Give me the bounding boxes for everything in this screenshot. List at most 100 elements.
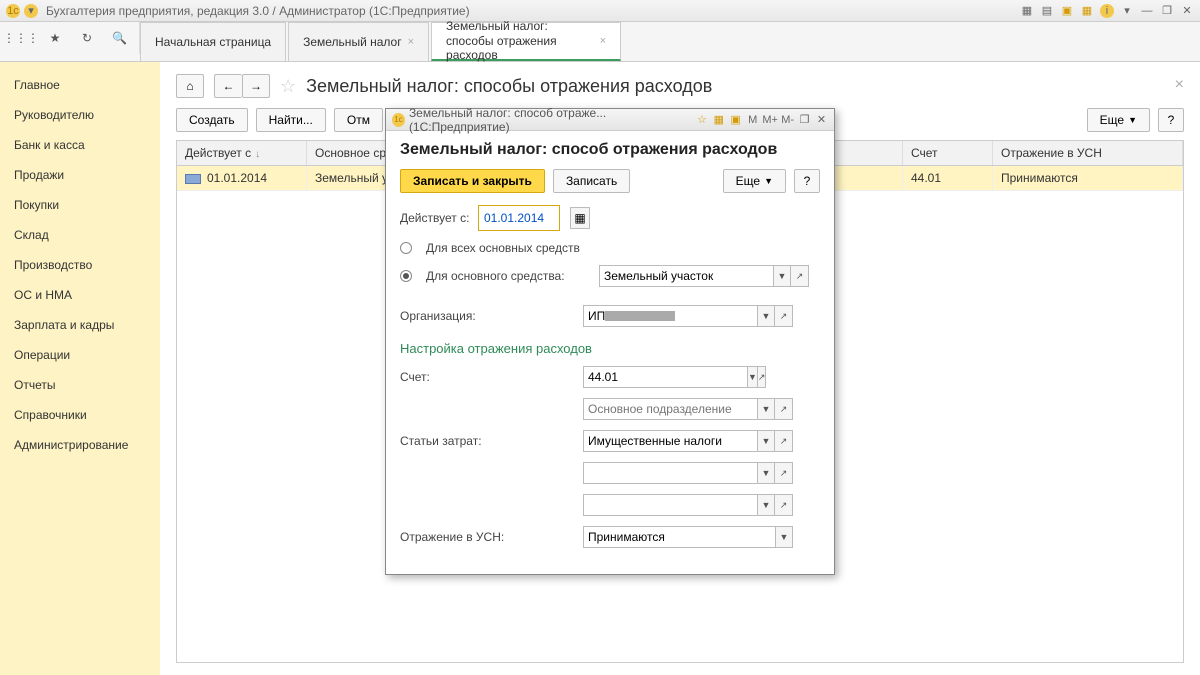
search-icon[interactable]: 🔍: [112, 29, 127, 47]
open-icon[interactable]: ↗: [775, 430, 793, 452]
tab-close-icon[interactable]: ×: [600, 35, 606, 47]
radio-one-asset-label: Для основного средства:: [426, 269, 591, 283]
m-minus-icon[interactable]: M-: [781, 113, 794, 127]
dropdown-icon[interactable]: ▼: [747, 366, 758, 388]
dlg-more-label: Еще: [736, 174, 760, 188]
sidebar-item-bank[interactable]: Банк и касса: [0, 130, 160, 160]
open-icon[interactable]: ↗: [775, 398, 793, 420]
dialog-window-title: Земельный налог: способ отраже... (1С:Пр…: [409, 106, 687, 134]
back-button[interactable]: ←: [214, 74, 242, 98]
organization-label: Организация:: [400, 309, 575, 323]
dropdown-icon[interactable]: ▼: [757, 462, 775, 484]
effective-from-label: Действует с:: [400, 211, 470, 225]
cancel-find-button[interactable]: Отм: [334, 108, 383, 132]
tab-home[interactable]: Начальная страница: [140, 22, 286, 61]
find-button[interactable]: Найти...: [256, 108, 326, 132]
sidebar-item-operations[interactable]: Операции: [0, 340, 160, 370]
titlebar-text: Бухгалтерия предприятия, редакция 3.0 / …: [46, 4, 470, 18]
save-close-button[interactable]: Записать и закрыть: [400, 169, 545, 193]
dialog-land-tax-expense: 1c Земельный налог: способ отраже... (1С…: [385, 108, 835, 575]
dlg-more-button[interactable]: Еще ▼: [723, 169, 786, 193]
effective-from-input[interactable]: [480, 207, 558, 229]
usn-input[interactable]: [583, 526, 775, 548]
minimize-icon[interactable]: —: [1140, 4, 1154, 18]
dropdown-icon[interactable]: ▼: [773, 265, 791, 287]
tab-land-tax[interactable]: Земельный налог ×: [288, 22, 429, 61]
open-icon[interactable]: ↗: [791, 265, 809, 287]
dropdown-icon[interactable]: ▼: [757, 305, 775, 327]
fav-icon[interactable]: ☆: [695, 113, 708, 127]
star-icon[interactable]: ★: [48, 29, 62, 47]
dialog-title: Земельный налог: способ отражения расход…: [400, 141, 820, 159]
sidebar-item-warehouse[interactable]: Склад: [0, 220, 160, 250]
calc-icon[interactable]: ▣: [1060, 4, 1074, 18]
sidebar-item-manager[interactable]: Руководителю: [0, 100, 160, 130]
open-icon[interactable]: ↗: [775, 494, 793, 516]
open-icon[interactable]: ↗: [775, 305, 793, 327]
dialog-close-icon[interactable]: ✕: [815, 113, 828, 127]
grid-icon[interactable]: ▦: [712, 113, 725, 127]
section-title: Настройка отражения расходов: [400, 341, 820, 356]
cell-date: 01.01.2014: [207, 171, 267, 185]
save-button[interactable]: Записать: [553, 169, 630, 193]
cost-items-input-3[interactable]: [583, 494, 757, 516]
subdivision-input[interactable]: [583, 398, 757, 420]
open-icon[interactable]: ↗: [775, 462, 793, 484]
tab-home-label: Начальная страница: [155, 35, 271, 49]
radio-one-asset[interactable]: [400, 270, 412, 282]
account-label: Счет:: [400, 370, 575, 384]
sidebar-item-production[interactable]: Производство: [0, 250, 160, 280]
dropdown-icon[interactable]: ▼: [757, 430, 775, 452]
close-icon[interactable]: ✕: [1180, 4, 1194, 18]
dropdown-icon[interactable]: ▼: [757, 398, 775, 420]
record-icon: [185, 174, 201, 184]
sidebar-item-main[interactable]: Главное: [0, 70, 160, 100]
page-close-icon[interactable]: ×: [1175, 76, 1184, 94]
grid-icon[interactable]: ▤: [1040, 4, 1054, 18]
home-button[interactable]: ⌂: [176, 74, 204, 98]
dropdown-icon[interactable]: ▾: [24, 4, 38, 18]
info-icon[interactable]: i: [1100, 4, 1114, 18]
col-usn[interactable]: Отражение в УСН: [993, 141, 1183, 165]
m-icon[interactable]: M: [746, 113, 759, 127]
organization-input[interactable]: ИП: [583, 305, 757, 327]
sidebar-item-sales[interactable]: Продажи: [0, 160, 160, 190]
sidebar-item-assets[interactable]: ОС и НМА: [0, 280, 160, 310]
cost-items-input[interactable]: [583, 430, 757, 452]
sidebar-item-admin[interactable]: Администрирование: [0, 430, 160, 460]
forward-button[interactable]: →: [242, 74, 270, 98]
page-title: Земельный налог: способы отражения расхо…: [306, 76, 712, 97]
cell-usn: Принимаются: [993, 166, 1183, 190]
cost-items-input-2[interactable]: [583, 462, 757, 484]
more-icon[interactable]: ▾: [1120, 4, 1134, 18]
sidebar-item-payroll[interactable]: Зарплата и кадры: [0, 310, 160, 340]
account-input[interactable]: [583, 366, 747, 388]
maximize-icon[interactable]: ❐: [1160, 4, 1174, 18]
dlg-help-button[interactable]: ?: [794, 169, 820, 193]
panel-icon[interactable]: ▦: [1020, 4, 1034, 18]
calendar-picker-icon[interactable]: ▦: [570, 207, 590, 229]
sidebar-item-reports[interactable]: Отчеты: [0, 370, 160, 400]
tab-land-tax-label: Земельный налог: [303, 35, 401, 49]
more-button[interactable]: Еще▼: [1087, 108, 1150, 132]
radio-all-assets[interactable]: [400, 242, 412, 254]
col-account[interactable]: Счет: [903, 141, 993, 165]
help-button[interactable]: ?: [1158, 108, 1184, 132]
history-icon[interactable]: ↻: [80, 29, 94, 47]
apps-icon[interactable]: ⋮⋮⋮: [12, 29, 30, 47]
m-plus-icon[interactable]: M+: [763, 113, 777, 127]
open-icon[interactable]: ↗: [758, 366, 767, 388]
restore-icon[interactable]: ❐: [798, 113, 811, 127]
tab-land-tax-expenses[interactable]: Земельный налог: способы отражения расхо…: [431, 22, 621, 61]
create-button[interactable]: Создать: [176, 108, 248, 132]
calendar-icon[interactable]: ▦: [1080, 4, 1094, 18]
sidebar-item-catalogs[interactable]: Справочники: [0, 400, 160, 430]
calendar-icon[interactable]: ▣: [729, 113, 742, 127]
tab-close-icon[interactable]: ×: [408, 36, 414, 48]
dropdown-icon[interactable]: ▼: [775, 526, 793, 548]
asset-input[interactable]: [599, 265, 773, 287]
favorite-icon[interactable]: ☆: [280, 76, 296, 97]
dropdown-icon[interactable]: ▼: [757, 494, 775, 516]
col-effective-from[interactable]: Действует с↓: [177, 141, 307, 165]
sidebar-item-purchases[interactable]: Покупки: [0, 190, 160, 220]
